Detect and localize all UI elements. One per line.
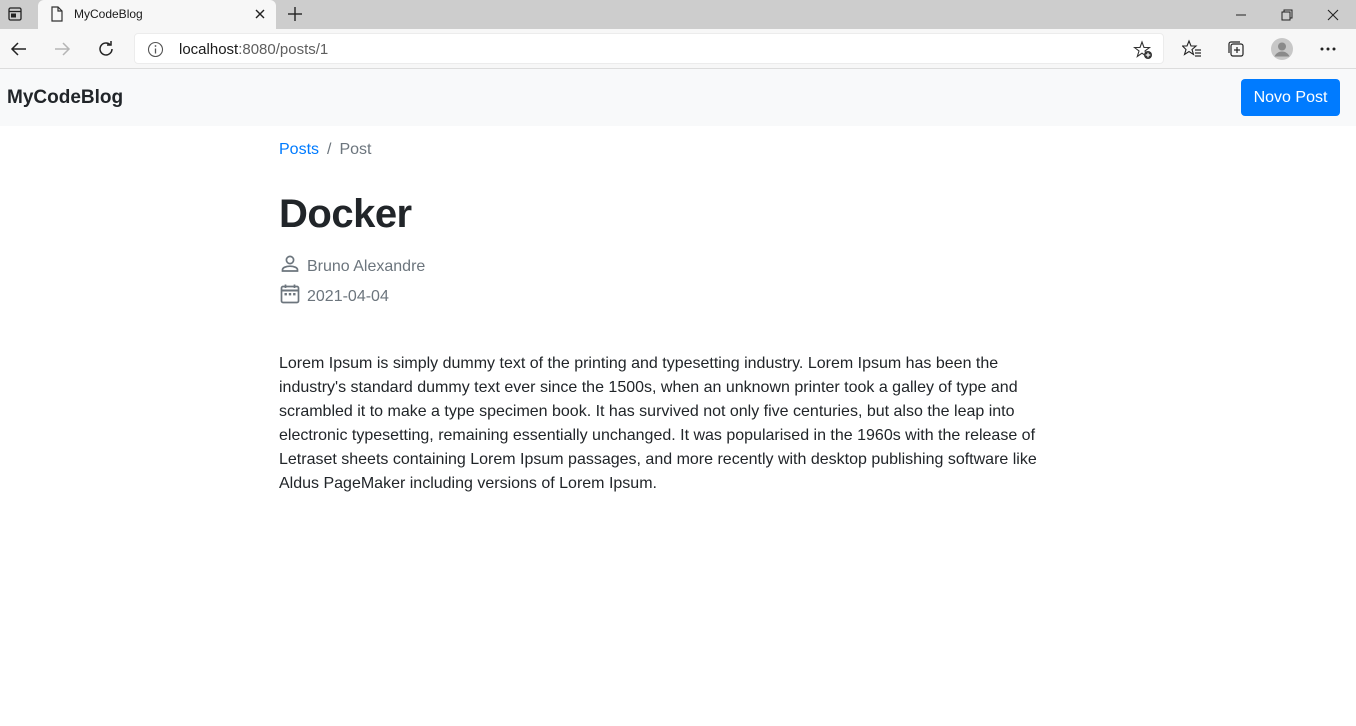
calendar-icon (279, 283, 301, 305)
profile-avatar-icon[interactable] (1268, 35, 1296, 63)
url-path: :8080/posts/1 (238, 41, 329, 58)
restore-icon[interactable] (1264, 0, 1310, 29)
favorites-icon[interactable] (1178, 35, 1206, 63)
site-info-icon[interactable] (147, 41, 164, 63)
close-window-icon[interactable] (1310, 0, 1356, 29)
url-text: localhost:8080/posts/1 (179, 41, 328, 58)
page-favicon-icon (50, 6, 64, 27)
new-tab-icon[interactable] (284, 4, 306, 24)
address-bar[interactable]: localhost:8080/posts/1 (134, 33, 1164, 64)
person-icon (279, 253, 301, 275)
new-post-button[interactable]: Novo Post (1241, 79, 1340, 116)
breadcrumb-current: Post (339, 141, 372, 158)
minimize-icon[interactable] (1218, 0, 1264, 29)
post-date-value: 2021-04-04 (307, 288, 389, 305)
back-icon[interactable] (5, 35, 33, 63)
breadcrumb: Posts / Post (279, 141, 371, 159)
more-menu-icon[interactable] (1314, 35, 1342, 63)
close-tab-icon[interactable] (252, 6, 268, 22)
post-author-name: Bruno Alexandre (307, 258, 426, 275)
post-author: Bruno Alexandre (279, 252, 425, 276)
browser-tab-strip: MyCodeBlog (0, 0, 1356, 29)
breadcrumb-separator: / (327, 141, 332, 158)
forward-icon[interactable] (48, 35, 76, 63)
refresh-icon[interactable] (92, 35, 120, 63)
browser-toolbar: localhost:8080/posts/1 (0, 29, 1356, 69)
collections-icon[interactable] (1222, 35, 1250, 63)
add-favorite-icon[interactable] (1132, 40, 1153, 65)
browser-tab[interactable]: MyCodeBlog (38, 0, 276, 29)
site-navbar: MyCodeBlog Novo Post (0, 69, 1356, 126)
post-title: Docker (279, 192, 412, 236)
url-host: localhost (179, 41, 239, 58)
post-body: Lorem Ipsum is simply dummy text of the … (279, 355, 1037, 492)
tab-title: MyCodeBlog (74, 7, 143, 21)
tab-actions-icon[interactable] (4, 4, 26, 24)
brand-link[interactable]: MyCodeBlog (7, 87, 123, 109)
post-date: 2021-04-04 (279, 282, 389, 306)
breadcrumb-posts-link[interactable]: Posts (279, 141, 319, 158)
